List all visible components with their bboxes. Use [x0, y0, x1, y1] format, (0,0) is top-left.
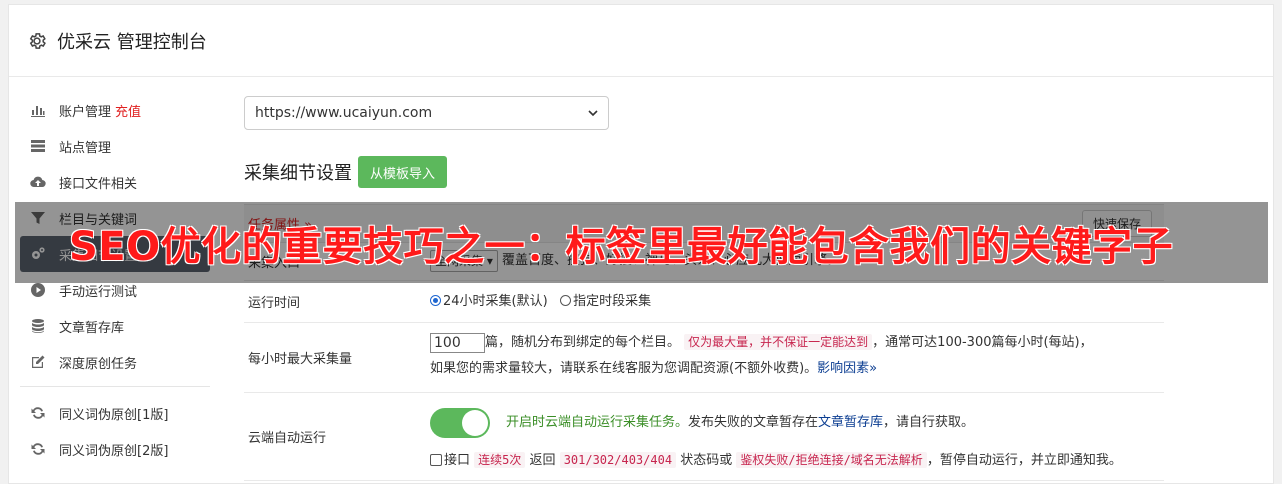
- consecutive-tag: 连续5次: [474, 452, 526, 468]
- edit-icon: [32, 355, 45, 368]
- row-value: 开启时云端自动运行采集任务。 发布失败的文章暂存在 文章暂存库 ，请自行获取。 接口 …: [430, 393, 1164, 480]
- interface-pause-checkbox[interactable]: [430, 453, 442, 466]
- auth-fail-tag: 鉴权失败/拒绝连接/域名无法解析: [736, 452, 927, 468]
- section-title: 采集细节设置: [244, 163, 352, 184]
- cloud-auto-toggle[interactable]: [430, 408, 490, 438]
- sidebar-item-label: 同义词伪原创[1版]: [59, 407, 169, 423]
- table-row: 云端自动运行 开启时云端自动运行采集任务。 发布失败的文章暂存在 文章暂存库 ，请自行…: [244, 393, 1164, 481]
- cloud-auto-text: ，请自行获取。: [883, 415, 975, 430]
- article-storage-link[interactable]: 文章暂存库: [818, 410, 883, 436]
- sidebar-item-deep-original[interactable]: 深度原创任务: [20, 344, 210, 380]
- chevron-down-icon: [588, 110, 598, 117]
- max-per-hour-text: 如果您的需求量较大，请联系在线客服为您调配资源(不额外收费)。: [430, 361, 818, 376]
- influence-factors-link[interactable]: 影响因素: [817, 361, 869, 376]
- play-circle-icon: [31, 283, 45, 297]
- runtime-24h-label: 24小时采集(默认): [443, 294, 548, 309]
- sidebar-item-label: 手动运行测试: [59, 284, 138, 300]
- row-value: 100 篇，随机分布到绑定的每个栏目。 仅为最大量，并不保证一定能达到 ，通常可达1…: [430, 323, 1164, 392]
- max-per-hour-text: 篇，随机分布到绑定的每个栏目。: [485, 335, 681, 350]
- refresh-icon: [31, 407, 45, 419]
- checkbox-label: 接口: [444, 453, 471, 468]
- refresh-icon: [31, 443, 45, 455]
- recharge-link[interactable]: 充值: [115, 101, 141, 120]
- sidebar-item-label: 深度原创任务: [59, 356, 138, 372]
- database-icon: [32, 319, 44, 333]
- cloud-auto-text: 发布失败的文章暂存在: [688, 415, 819, 430]
- sidebar-item-label: 站点管理: [59, 140, 112, 156]
- headline-overlay: SEO优化的重要技巧之一：标签里最好能包含我们的关键字子: [15, 202, 1268, 283]
- sidebar-item-label: 接口文件相关: [59, 176, 138, 192]
- table-row: 运行时间 24小时采集(默认) 指定时段采集: [244, 281, 1164, 323]
- sidebar-item-label: 同义词伪原创[2版]: [59, 443, 169, 459]
- sidebar-item-account[interactable]: 账户管理 充值: [20, 92, 210, 128]
- bar-chart-icon: [31, 106, 45, 117]
- main-content: https://www.ucaiyun.com 采集细节设置 从模板导入 任务属…: [244, 96, 1164, 481]
- sidebar-item-label: 文章暂存库: [59, 320, 125, 336]
- cloud-upload-icon: [30, 176, 46, 188]
- import-template-button[interactable]: 从模板导入: [358, 156, 448, 188]
- cloud-auto-enabled-text: 开启时云端自动运行采集任务。: [506, 415, 689, 430]
- chevron-down-icon: »: [869, 361, 878, 376]
- page-header: 优采云 管理控制台: [9, 5, 1273, 77]
- sidebar-divider: [20, 386, 210, 387]
- table-row: 每小时最大采集量 100 篇，随机分布到绑定的每个栏目。 仅为最大量，并不保证一定…: [244, 323, 1164, 393]
- cloud-auto-text: 状态码或: [680, 453, 733, 468]
- row-value: 24小时采集(默认) 指定时段采集: [430, 281, 1164, 322]
- sidebar-item-article-storage[interactable]: 文章暂存库: [20, 308, 210, 344]
- runtime-period-label: 指定时段采集: [573, 294, 652, 309]
- max-per-hour-input[interactable]: 100: [430, 332, 485, 353]
- overlay-headline: SEO优化的重要技巧之一：标签里最好能包含我们的关键字子: [69, 223, 1174, 270]
- row-label: 运行时间: [248, 296, 301, 311]
- runtime-24h-radio[interactable]: [430, 295, 441, 306]
- server-icon: [31, 140, 45, 152]
- sidebar-item-synonym-v1[interactable]: 同义词伪原创[1版]: [20, 395, 210, 431]
- sidebar-item-label: 账户管理: [59, 104, 112, 120]
- cloud-auto-text: ，暂停自动运行，并立即通知我。: [926, 453, 1122, 468]
- site-url-select[interactable]: https://www.ucaiyun.com: [244, 96, 609, 130]
- sidebar-item-synonym-v2[interactable]: 同义词伪原创[2版]: [20, 431, 210, 467]
- max-per-hour-text: ，通常可达100-300篇每小时(每站)，: [872, 335, 1093, 350]
- site-url-value: https://www.ucaiyun.com: [255, 105, 433, 121]
- row-label: 云端自动运行: [248, 431, 327, 446]
- status-codes-tag: 301/302/403/404: [559, 452, 677, 468]
- cloud-auto-text: 返回: [529, 453, 556, 468]
- sidebar-item-sites[interactable]: 站点管理: [20, 128, 210, 164]
- gear-icon: [29, 32, 46, 49]
- page-title: 优采云 管理控制台: [57, 31, 207, 53]
- section-header: 采集细节设置 从模板导入: [244, 156, 1164, 188]
- runtime-period-radio[interactable]: [560, 295, 572, 306]
- row-label: 每小时最大采集量: [248, 352, 353, 367]
- max-note-tag: 仅为最大量，并不保证一定能达到: [684, 334, 873, 350]
- sidebar-item-interface-files[interactable]: 接口文件相关: [20, 164, 210, 200]
